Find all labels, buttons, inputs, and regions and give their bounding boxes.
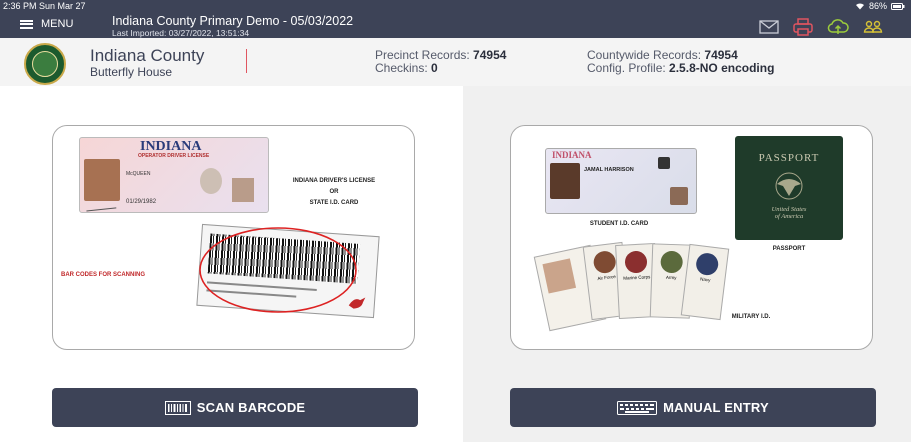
military-id-caption: MILITARY I.D. bbox=[731, 314, 771, 320]
manual-id-illustration: INDIANA JAMAL HARRISON STUDENT I.D. CARD… bbox=[510, 125, 873, 350]
battery-text: 86% bbox=[868, 1, 887, 11]
county-seal-logo bbox=[24, 43, 66, 85]
header-actions bbox=[759, 18, 883, 36]
passport-title: PASSPORT bbox=[758, 152, 820, 164]
license-subtitle: OPERATOR DRIVER LICENSE bbox=[138, 153, 210, 159]
license-signature bbox=[85, 200, 117, 212]
checkins: Checkins: 0 bbox=[375, 61, 438, 75]
checkins-value: 0 bbox=[431, 61, 438, 75]
countywide-records-label: Countywide Records: bbox=[587, 48, 702, 62]
last-imported-text: Last Imported: 03/27/2022, 13:51:34 bbox=[112, 28, 250, 38]
config-profile: Config. Profile: 2.5.8-NO encoding bbox=[587, 61, 774, 75]
status-time-date: 2:36 PM Sun Mar 27 bbox=[3, 1, 86, 11]
license-photo bbox=[84, 159, 120, 201]
student-name: JAMAL HARRISON bbox=[584, 167, 634, 173]
county-name: Indiana County bbox=[90, 46, 205, 65]
military-branch-4: Navy bbox=[699, 276, 711, 283]
passport-country-2: of America bbox=[774, 213, 804, 220]
mail-icon[interactable] bbox=[759, 20, 779, 34]
license-name: McQUEEN bbox=[126, 171, 151, 177]
license-dob: 01/29/1982 bbox=[126, 199, 157, 205]
eagle-seal-icon bbox=[775, 172, 803, 200]
license-caption-line2: STATE I.D. CARD bbox=[309, 200, 359, 206]
election-title: Indiana County Primary Demo - 05/03/2022 bbox=[112, 14, 354, 28]
hamburger-icon bbox=[20, 19, 33, 29]
checkins-label: Checkins: bbox=[375, 61, 428, 75]
precinct-records: Precinct Records: 74954 bbox=[375, 48, 506, 62]
config-profile-value: 2.5.8-NO encoding bbox=[669, 61, 775, 75]
printer-icon[interactable] bbox=[793, 18, 813, 36]
student-photo bbox=[550, 163, 580, 199]
barcode-highlight-circle bbox=[199, 227, 357, 313]
barcode-caption: BAR CODES FOR SCANNING bbox=[61, 272, 146, 278]
student-id-caption: STUDENT I.D. CARD bbox=[589, 221, 649, 227]
precinct-records-label: Precinct Records: bbox=[375, 48, 470, 62]
menu-label: MENU bbox=[41, 18, 74, 30]
wifi-icon bbox=[855, 3, 864, 10]
passport-country-1: United States bbox=[771, 206, 807, 213]
menu-button[interactable]: MENU bbox=[20, 18, 73, 30]
app-header: 2:36 PM Sun Mar 27 86% MENU Indiana Coun… bbox=[0, 0, 911, 38]
student-small-photo bbox=[670, 187, 688, 205]
license-portrait-small bbox=[232, 178, 254, 202]
cloud-sync-icon[interactable] bbox=[827, 19, 849, 35]
barcode-icon bbox=[164, 400, 191, 415]
student-id-image: INDIANA JAMAL HARRISON bbox=[545, 148, 697, 214]
scan-barcode-label: SCAN BARCODE bbox=[196, 400, 306, 415]
passport-caption: PASSPORT bbox=[772, 246, 806, 252]
military-id-card-5: Navy bbox=[680, 243, 730, 321]
battery-icon bbox=[891, 2, 905, 10]
precinct-records-value: 74954 bbox=[473, 48, 507, 62]
license-caption-or: OR bbox=[329, 189, 339, 195]
users-icon[interactable] bbox=[863, 20, 883, 34]
scan-id-illustration: INDIANA OPERATOR DRIVER LICENSE McQUEEN … bbox=[52, 125, 415, 350]
keyboard-icon bbox=[617, 400, 658, 415]
info-divider bbox=[246, 49, 247, 73]
student-seal bbox=[658, 157, 670, 169]
countywide-records: Countywide Records: 74954 bbox=[587, 48, 738, 62]
scan-barcode-button[interactable]: SCAN BARCODE bbox=[52, 388, 418, 427]
license-hologram bbox=[200, 168, 222, 194]
student-state: INDIANA bbox=[552, 150, 592, 160]
passport-image: PASSPORT United States of America bbox=[735, 136, 843, 240]
location-name: Butterfly House bbox=[90, 65, 173, 79]
manual-entry-label: MANUAL ENTRY bbox=[663, 400, 769, 415]
countywide-records-value: 74954 bbox=[704, 48, 738, 62]
manual-entry-button[interactable]: MANUAL ENTRY bbox=[510, 388, 876, 427]
license-caption-line1: INDIANA DRIVER'S LICENSE bbox=[292, 178, 376, 184]
config-profile-label: Config. Profile: bbox=[587, 61, 666, 75]
driver-license-image: INDIANA OPERATOR DRIVER LICENSE McQUEEN … bbox=[79, 137, 269, 213]
status-indicators: 86% bbox=[855, 1, 905, 11]
